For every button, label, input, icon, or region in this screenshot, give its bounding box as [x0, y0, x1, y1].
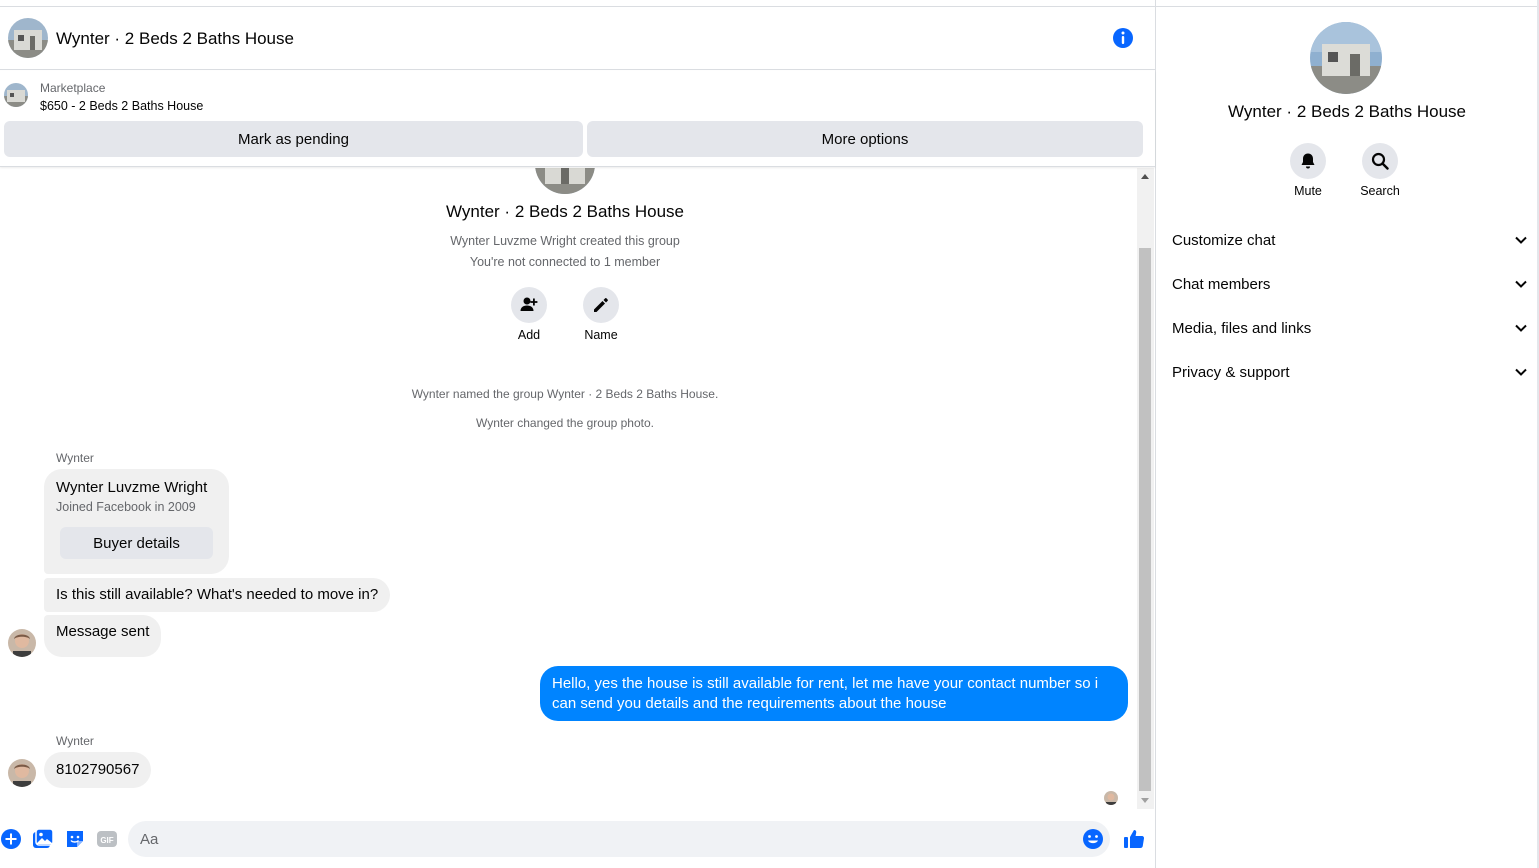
listing-source: Marketplace	[40, 81, 106, 95]
group-photo[interactable]	[535, 168, 595, 194]
section-customize-chat[interactable]: Customize chat	[1172, 220, 1527, 260]
message-bubble[interactable]: Is this still available? What's needed t…	[44, 578, 391, 612]
add-person-icon	[520, 297, 538, 311]
message-thread: Wynter · 2 Beds 2 Baths House Wynter Luv…	[0, 168, 1136, 810]
name-label: Name	[584, 328, 618, 342]
sender-name: Wynter	[56, 451, 94, 465]
group-avatar[interactable]	[8, 18, 48, 58]
message-composer: GIF	[0, 812, 1155, 868]
system-message: Wynter changed the group photo.	[475, 416, 654, 430]
section-label: Chat members	[1172, 275, 1271, 293]
scroll-down-arrow-icon[interactable]	[1141, 798, 1149, 803]
conversation-details-panel: Wynter · 2 Beds 2 Baths House Mute Searc…	[1157, 7, 1537, 868]
photo-icon[interactable]	[32, 828, 54, 850]
sidebar-group-name: Wynter · 2 Beds 2 Baths House	[1228, 102, 1466, 121]
group-created-text: Wynter Luvzme Wright created this group	[450, 234, 680, 248]
chat-panel: Wynter · 2 Beds 2 Baths House Marketplac…	[0, 0, 1156, 868]
search-label: Search	[1360, 184, 1400, 198]
section-privacy-support[interactable]: Privacy & support	[1172, 352, 1527, 392]
chat-header: Wynter · 2 Beds 2 Baths House	[0, 7, 1155, 70]
marketplace-listing-bar: Marketplace $650 - 2 Beds 2 Baths House …	[0, 71, 1155, 167]
pencil-icon	[594, 298, 608, 312]
scroll-up-arrow-icon[interactable]	[1141, 174, 1149, 179]
chevron-down-icon	[1515, 324, 1527, 332]
search-icon	[1371, 152, 1389, 170]
thread-scrollbar[interactable]	[1137, 168, 1154, 809]
sticker-icon[interactable]	[64, 828, 86, 850]
search-button[interactable]	[1362, 143, 1398, 179]
add-member-button[interactable]	[511, 287, 547, 323]
mark-as-pending-button[interactable]: Mark as pending	[4, 121, 583, 157]
section-chat-members[interactable]: Chat members	[1172, 264, 1527, 304]
chevron-down-icon	[1515, 368, 1527, 376]
section-label: Privacy & support	[1172, 363, 1290, 381]
mute-label: Mute	[1294, 184, 1322, 198]
svg-text:GIF: GIF	[100, 836, 113, 845]
system-message: Wynter named the group Wynter · 2 Beds 2…	[411, 387, 719, 401]
connection-text: You're not connected to 1 member	[469, 255, 661, 269]
chat-title[interactable]: Wynter · 2 Beds 2 Baths House	[56, 29, 294, 49]
thumbs-up-icon[interactable]	[1122, 827, 1146, 851]
buyer-details-button[interactable]: Buyer details	[60, 527, 213, 559]
message-bubble[interactable]: 8102790567	[44, 752, 152, 788]
section-media-files-links[interactable]: Media, files and links	[1172, 308, 1527, 348]
group-avatar-large[interactable]	[1310, 22, 1382, 94]
buyer-info-card: Wynter Luvzme Wright Joined Facebook in …	[44, 469, 229, 574]
thread-group-title: Wynter · 2 Beds 2 Baths House	[446, 202, 684, 221]
message-bubble[interactable]: Message sent	[44, 615, 162, 657]
section-label: Media, files and links	[1172, 319, 1312, 337]
buyer-joined: Joined Facebook in 2009	[56, 500, 196, 514]
add-label: Add	[517, 328, 541, 342]
gif-icon[interactable]: GIF	[96, 828, 118, 850]
bell-icon	[1301, 153, 1315, 169]
listing-price-title[interactable]: $650 - 2 Beds 2 Baths House	[40, 99, 203, 113]
message-input[interactable]	[128, 821, 1110, 857]
listing-thumbnail[interactable]	[4, 83, 28, 107]
mute-button[interactable]	[1290, 143, 1326, 179]
chevron-down-icon	[1515, 236, 1527, 244]
sender-avatar[interactable]	[8, 629, 36, 657]
chevron-down-icon	[1515, 280, 1527, 288]
more-options-button[interactable]: More options	[587, 121, 1143, 157]
seen-avatar-icon	[1104, 791, 1118, 805]
sender-name: Wynter	[56, 734, 94, 748]
section-label: Customize chat	[1172, 231, 1276, 249]
name-group-button[interactable]	[583, 287, 619, 323]
own-message-bubble[interactable]: Hello, yes the house is still available …	[540, 666, 1128, 721]
info-icon[interactable]	[1112, 27, 1134, 49]
scrollbar-thumb[interactable]	[1139, 248, 1151, 791]
emoji-icon[interactable]	[1082, 828, 1104, 850]
sender-avatar[interactable]	[8, 759, 36, 787]
buyer-name: Wynter Luvzme Wright	[56, 479, 208, 496]
plus-circle-icon[interactable]	[0, 828, 22, 850]
